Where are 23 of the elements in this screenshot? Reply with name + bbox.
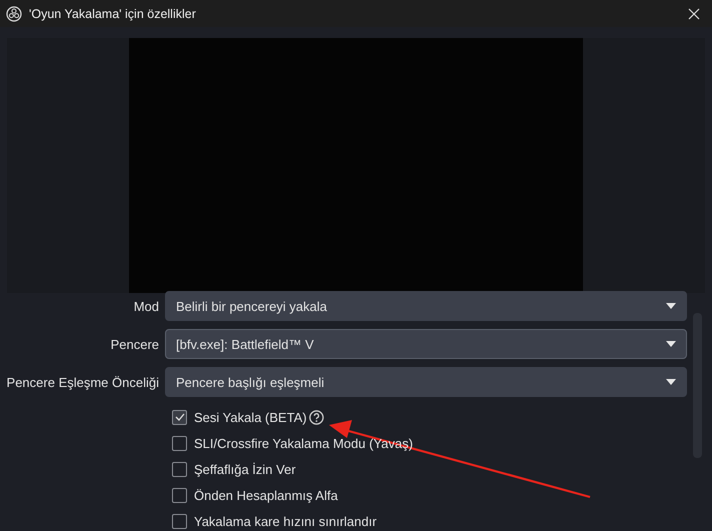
checkbox[interactable] (172, 514, 187, 528)
dropdown[interactable]: Pencere başlığı eşleşmeli (165, 367, 687, 397)
field-label: Pencere (110, 336, 159, 352)
field-label: Mod (132, 298, 159, 314)
checkbox[interactable] (172, 436, 187, 450)
checkbox-label[interactable]: Yakalama kare hızını sınırlandır (194, 514, 377, 528)
checkbox[interactable] (172, 410, 187, 424)
field-label: Pencere Eşleşme Önceliği (6, 374, 159, 390)
help-icon[interactable] (308, 410, 324, 424)
close-icon[interactable] (688, 8, 700, 20)
caret-icon (666, 341, 676, 347)
dropdown[interactable]: Belirli bir pencereyi yakala (165, 291, 687, 321)
checkbox-label[interactable]: Şeffaflığa İzin Ver (194, 462, 296, 476)
window-title: 'Oyun Yakalama' için özellikler (29, 6, 197, 20)
checkmark-icon (174, 412, 184, 422)
caret-icon (666, 303, 676, 309)
checkbox[interactable] (172, 462, 187, 476)
checkbox-label[interactable]: Önden Hesaplanmış Alfa (194, 488, 338, 502)
app-logo-icon (6, 6, 22, 22)
checkbox-label[interactable]: Sesi Yakala (BETA) (194, 410, 307, 424)
dropdown[interactable]: [bfv.exe]: Battlefield™ V (165, 329, 687, 359)
checkbox[interactable] (172, 488, 187, 502)
caret-icon (666, 379, 676, 385)
